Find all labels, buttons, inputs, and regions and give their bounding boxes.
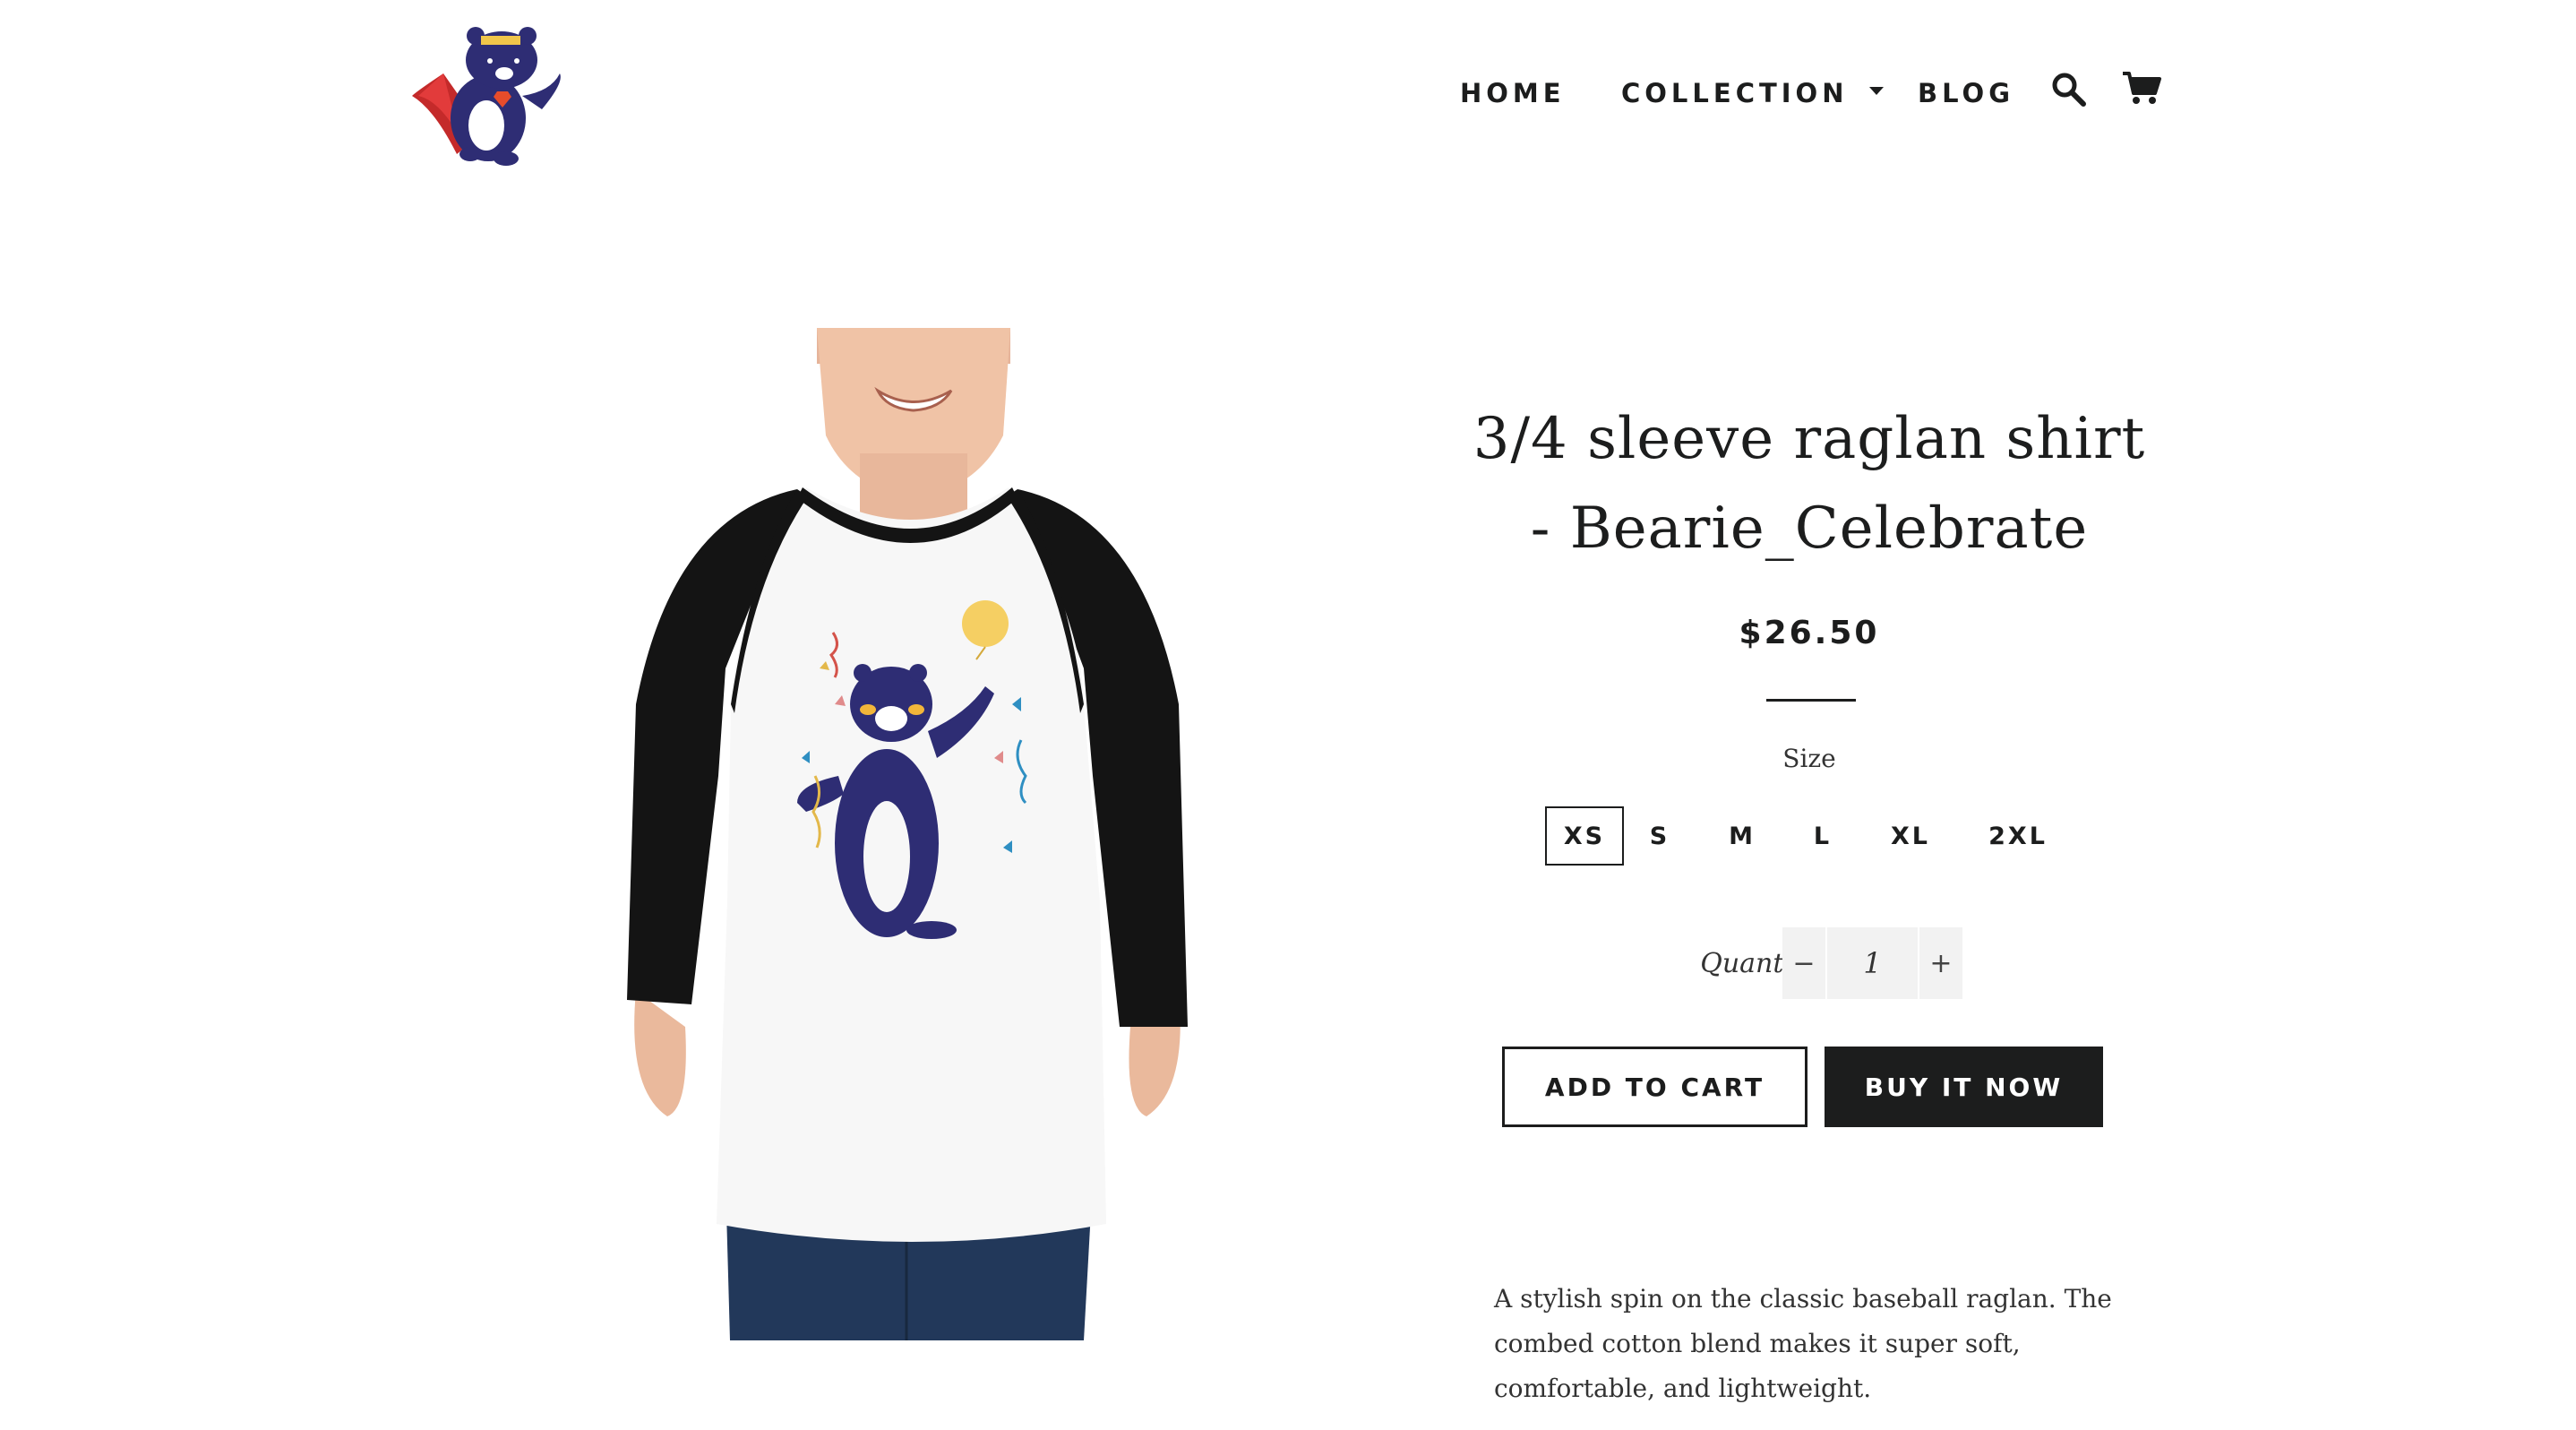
size-option-m[interactable]: M (1711, 806, 1773, 866)
product-page: HOME COLLECTION BLOG 3/4 sleeve raglan s… (0, 0, 2576, 1430)
size-option-xl[interactable]: XL (1875, 806, 1946, 866)
add-to-cart-button[interactable]: ADD TO CART (1502, 1047, 1807, 1127)
product-price: $26.50 (1739, 615, 1880, 651)
caret-down-icon (1869, 86, 1885, 95)
quantity-decrease-button[interactable]: − (1782, 927, 1825, 999)
quantity-input[interactable] (1825, 927, 1919, 999)
nav-collection[interactable]: COLLECTION (1621, 78, 1885, 108)
size-option-2xl[interactable]: 2XL (1973, 806, 2063, 866)
size-label: Size (1782, 744, 1836, 773)
product-title: 3/4 sleeve raglan shirt - Bearie_Celebra… (1473, 406, 2146, 562)
price-divider (1766, 699, 1856, 702)
nav-home[interactable]: HOME (1460, 78, 1566, 108)
quantity-stepper: − + (1782, 927, 1962, 999)
size-option-s[interactable]: S (1633, 806, 1687, 866)
quantity-increase-button[interactable]: + (1919, 927, 1962, 999)
product-image[interactable] (618, 328, 1197, 1340)
bearie-logo[interactable] (408, 11, 578, 168)
nav-blog[interactable]: BLOG (1918, 78, 2014, 108)
nav-collection-label: COLLECTION (1621, 78, 1849, 108)
size-option-l[interactable]: L (1796, 806, 1850, 866)
search-icon[interactable] (2049, 70, 2089, 109)
cart-icon[interactable] (2121, 68, 2162, 108)
size-option-xs[interactable]: XS (1545, 806, 1624, 866)
product-description: A stylish spin on the classic baseball r… (1494, 1284, 2112, 1403)
product-info: 3/4 sleeve raglan shirt - Bearie_Celebra… (1469, 394, 2150, 1403)
buy-it-now-button[interactable]: BUY IT NOW (1825, 1047, 2103, 1127)
